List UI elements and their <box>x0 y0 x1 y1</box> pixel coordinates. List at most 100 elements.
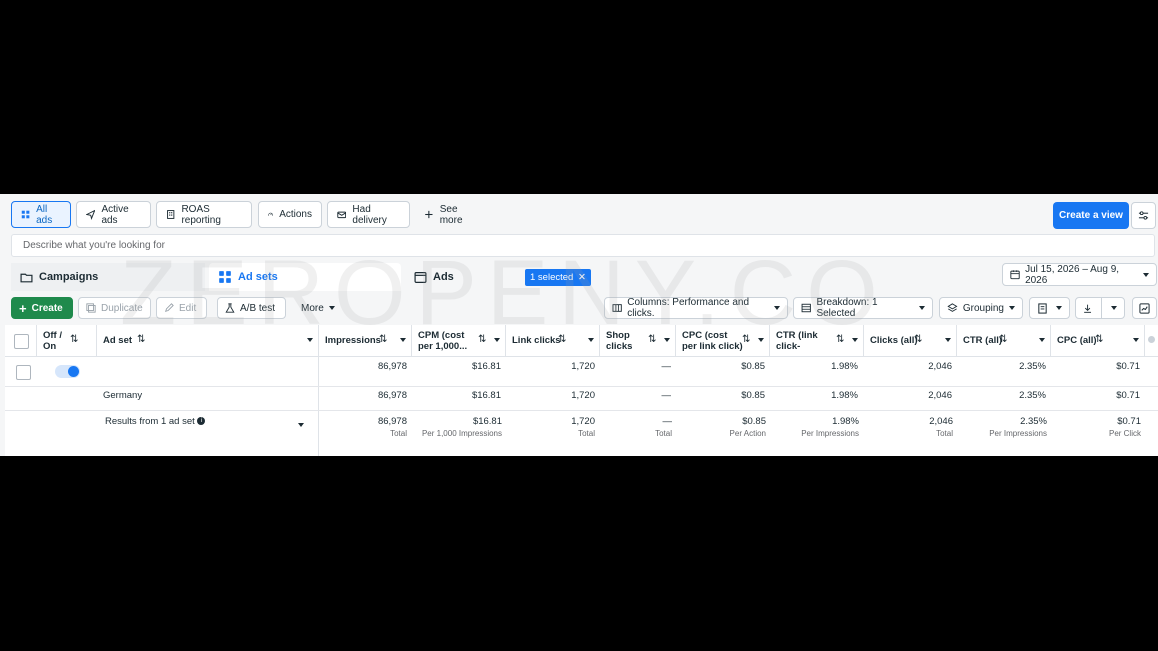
create-label: Create <box>31 302 63 314</box>
envelope-icon <box>337 211 347 219</box>
chevron-down-icon[interactable] <box>852 338 858 342</box>
chevron-down-icon[interactable] <box>298 423 304 427</box>
date-range-picker[interactable]: Jul 15, 2026 – Aug 9, 2026 <box>1002 263 1157 286</box>
reports-dropdown[interactable] <box>1029 297 1070 319</box>
close-icon[interactable]: ✕ <box>578 272 586 283</box>
table-toolbar: + Create Duplicate Edit A/B test More Co… <box>11 297 1158 319</box>
col-link-clicks[interactable]: Link clicks ⇅ <box>506 325 600 356</box>
sort-icon[interactable]: ⇅ <box>558 334 566 345</box>
summary-label: Results from 1 ad set i <box>105 416 206 427</box>
columns-label: Columns: Performance and clicks. <box>627 297 750 319</box>
col-impressions[interactable]: Impressions ⇅ <box>319 325 412 356</box>
tab-campaigns[interactable]: Campaigns <box>11 263 205 291</box>
chevron-down-icon <box>919 306 925 310</box>
summary-sub: Per Click <box>1108 429 1141 438</box>
ab-test-button[interactable]: A/B test <box>217 297 286 319</box>
tab-label: Ads <box>433 271 454 283</box>
tab-ad-sets[interactable]: Ad sets <box>209 263 401 291</box>
summary-value: $0.85 <box>742 416 766 427</box>
chevron-down-icon[interactable] <box>400 338 406 342</box>
select-all-checkbox[interactable] <box>14 334 29 349</box>
sort-icon[interactable]: ⇅ <box>1095 334 1103 345</box>
filter-actions[interactable]: Actions <box>258 201 322 228</box>
col-cpc-link[interactable]: CPC (cost per link click) ⇅ <box>676 325 770 356</box>
col-ctr-all[interactable]: CTR (all) ⇅ <box>957 325 1051 356</box>
calendar-icon <box>1010 270 1020 280</box>
chevron-down-icon[interactable] <box>664 338 670 342</box>
ad-icon <box>414 271 427 283</box>
col-ctr-link[interactable]: CTR (link click-throu... ⇅ <box>770 325 864 356</box>
chart-toggle-button[interactable] <box>1132 297 1157 319</box>
sort-icon[interactable]: ⇅ <box>742 334 750 345</box>
edit-button[interactable]: Edit <box>156 297 207 319</box>
col-shop-clicks[interactable]: Shop clicks ⇅ <box>600 325 676 356</box>
search-input[interactable]: Describe what you're looking for <box>11 234 1155 257</box>
sort-icon[interactable]: ⇅ <box>836 334 844 345</box>
building-icon <box>167 210 175 219</box>
ads-manager-panel: All ads Active ads ROAS reporting Action… <box>0 194 1158 456</box>
more-button[interactable]: More <box>294 297 342 319</box>
chevron-down-icon <box>328 306 335 310</box>
summary-value: — <box>662 416 673 427</box>
summary-clicks-all: 2,046 Total <box>865 416 953 438</box>
chevron-down-icon[interactable] <box>588 338 594 342</box>
sort-icon[interactable]: ⇅ <box>70 334 78 345</box>
table-row[interactable]: 86,978 $16.81 1,720 — $0.85 1.98% 2,046 … <box>5 356 1158 387</box>
cell-cpm: $16.81 <box>471 361 501 372</box>
filter-active-ads[interactable]: Active ads <box>76 201 151 228</box>
table-row[interactable]: Germany 86,978 $16.81 1,720 — $0.85 1.98… <box>5 386 1158 411</box>
plus-icon <box>425 210 433 219</box>
more-label: More <box>301 302 324 314</box>
grouping-dropdown[interactable]: Grouping <box>939 297 1023 319</box>
edit-label: Edit <box>179 302 197 314</box>
summary-impressions: 86,978 Total <box>315 416 407 438</box>
create-view-button[interactable]: Create a view <box>1053 202 1129 229</box>
row-checkbox[interactable] <box>16 365 31 380</box>
select-all-cell <box>5 325 37 356</box>
duplicate-button[interactable]: Duplicate <box>78 297 151 319</box>
filter-label: See more <box>439 203 463 226</box>
col-cpm[interactable]: CPM (cost per 1,000... ⇅ <box>412 325 506 356</box>
delivery-toggle[interactable] <box>55 365 80 378</box>
col-cpc-all-label: CPC (all) <box>1057 335 1097 346</box>
export-button[interactable] <box>1075 297 1125 319</box>
see-more-button[interactable]: See more <box>415 201 487 228</box>
chevron-down-icon[interactable] <box>1133 338 1139 342</box>
grid-icon <box>219 271 231 283</box>
chevron-down-icon[interactable] <box>758 338 764 342</box>
sort-icon[interactable]: ⇅ <box>914 334 922 345</box>
create-button[interactable]: + Create <box>11 297 73 319</box>
col-clicks-all[interactable]: Clicks (all) ⇅ <box>864 325 957 356</box>
tab-label: Campaigns <box>39 271 99 283</box>
chevron-down-icon[interactable] <box>494 338 500 342</box>
summary-sub: Total <box>655 429 672 438</box>
sort-icon[interactable]: ⇅ <box>478 334 486 345</box>
col-ad-set[interactable]: Ad set ⇅ <box>97 325 319 356</box>
selected-chip[interactable]: 1 selected ✕ <box>525 269 591 286</box>
col-add[interactable] <box>1145 325 1158 356</box>
chevron-down-icon[interactable] <box>307 338 313 342</box>
col-off-on[interactable]: Off / On ⇅ <box>37 325 97 356</box>
sort-icon[interactable]: ⇅ <box>379 334 387 345</box>
summary-cpm: $16.81 Per 1,000 Impressions <box>410 416 502 438</box>
cell-cpc-link: $0.85 <box>741 361 765 372</box>
sort-icon[interactable]: ⇅ <box>137 334 145 345</box>
summary-row: Results from 1 ad set i 86,978 Total $16.… <box>5 410 1158 456</box>
filter-all-ads[interactable]: All ads <box>11 201 71 228</box>
filter-had-delivery[interactable]: Had delivery <box>327 201 410 228</box>
summary-sub: Total <box>578 429 595 438</box>
sort-icon[interactable]: ⇅ <box>999 334 1007 345</box>
chevron-down-icon[interactable] <box>1039 338 1045 342</box>
filter-roas-reporting[interactable]: ROAS reporting <box>156 201 252 228</box>
breakdown-dropdown[interactable]: Breakdown: 1 Selected <box>793 297 933 319</box>
breakdown-label: Breakdown: 1 Selected <box>816 297 878 319</box>
info-icon[interactable]: i <box>197 417 206 426</box>
col-cpc-link-label: CPC (cost per link click) <box>682 330 743 352</box>
col-cpc-all[interactable]: CPC (all) ⇅ <box>1051 325 1145 356</box>
columns-dropdown[interactable]: Columns: Performance and clicks. <box>604 297 788 319</box>
summary-value: 2,046 <box>929 416 953 427</box>
filter-settings-button[interactable] <box>1131 202 1156 229</box>
chevron-down-icon[interactable] <box>945 338 951 342</box>
sort-icon[interactable]: ⇅ <box>648 334 656 345</box>
toggle-knob <box>68 366 79 377</box>
